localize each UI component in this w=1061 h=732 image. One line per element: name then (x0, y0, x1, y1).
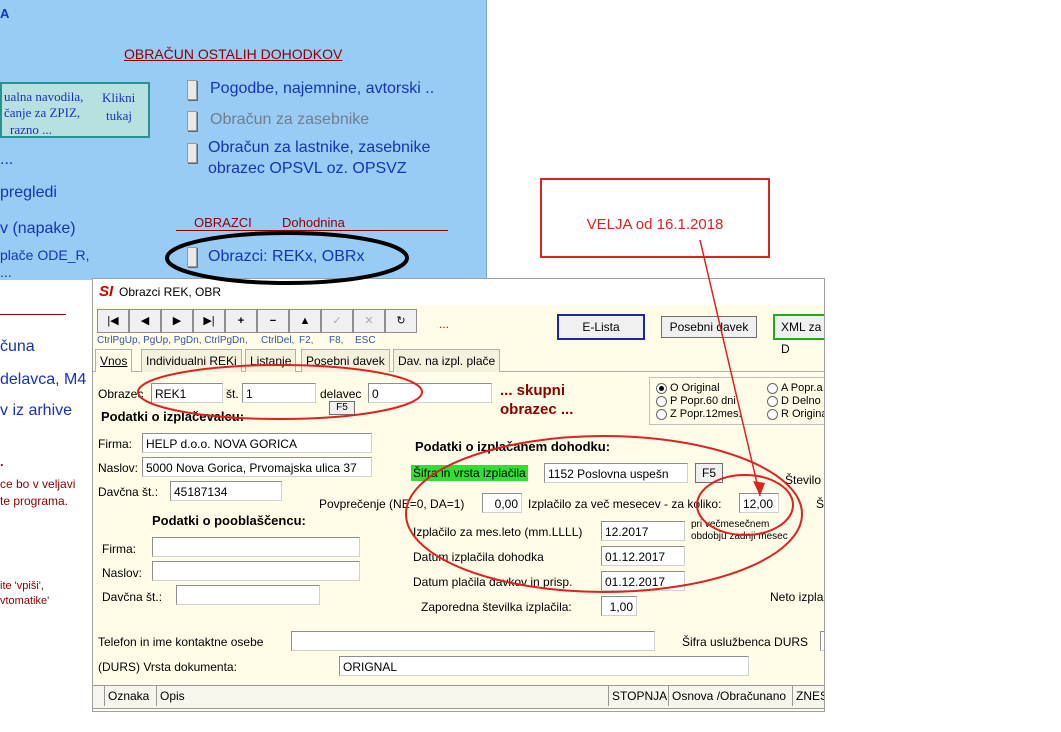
red-arrow-head (753, 481, 765, 496)
black-ellipse-annotation (165, 231, 409, 285)
red-ellipse-obrazec (137, 364, 423, 420)
red-arrow-line (699, 239, 761, 497)
annotation-overlay (137, 231, 803, 593)
red-ellipse-dohodek (405, 435, 803, 593)
red-ellipse-koliko (696, 474, 794, 536)
